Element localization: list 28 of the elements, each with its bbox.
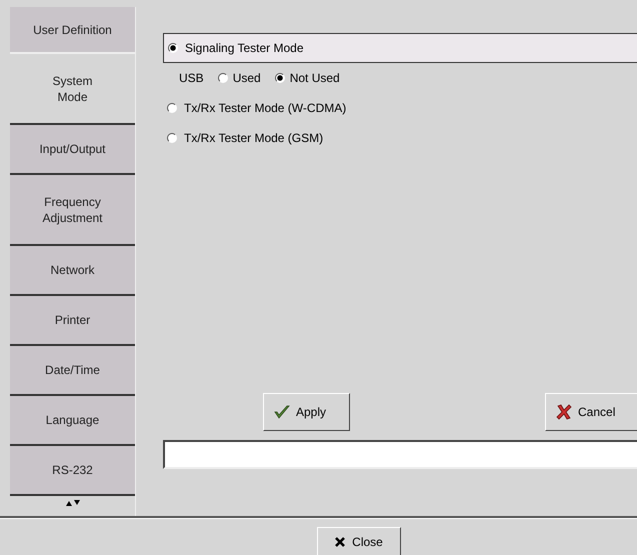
cancel-button[interactable]: Cancel [545,393,637,431]
side-tab[interactable]: Network [10,246,135,296]
option-label: Tx/Rx Tester Mode (GSM) [184,131,324,145]
side-tab[interactable]: User Definition [10,7,135,52]
side-tab[interactable]: Input/Output [10,125,135,175]
side-tab[interactable]: Frequency Adjustment [10,175,135,246]
side-tab[interactable]: Date/Time [10,346,135,396]
close-button[interactable]: Close [316,527,400,555]
option-label: Used [232,71,261,85]
option-label: Not Used [290,71,340,85]
radio-button[interactable] [274,73,285,83]
radio-button[interactable] [167,133,177,143]
close-icon [334,536,346,548]
usb-label: USB [179,71,204,85]
scroll-arrows-icon[interactable] [66,500,80,506]
cross-icon [556,404,572,420]
side-tab[interactable]: RS-232 [10,446,135,496]
radio-button[interactable] [168,43,178,53]
checkmark-icon [274,404,290,420]
side-tab[interactable]: Printer [10,296,135,346]
radio-button[interactable] [167,103,177,113]
side-tab[interactable]: Language [10,396,135,446]
option-label: Tx/Rx Tester Mode (W-CDMA) [184,101,346,115]
option-label: Signaling Tester Mode [185,41,304,55]
message-field[interactable] [163,440,637,469]
radio-button[interactable] [218,73,228,83]
apply-button[interactable]: Apply [263,393,350,431]
side-tab[interactable]: System Mode [10,52,135,125]
